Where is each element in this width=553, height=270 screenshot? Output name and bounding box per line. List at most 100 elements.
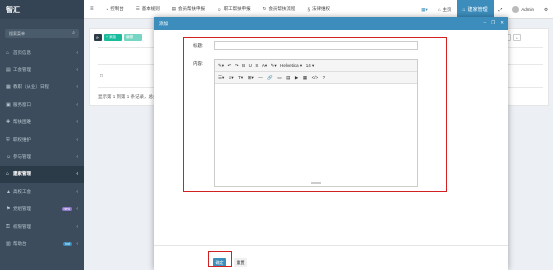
sidebar-item-8[interactable]: ▲ 高校工会 ‹ [0,183,84,200]
chevron-left-icon: ‹ [76,206,78,213]
home-label: 主页 [442,6,452,12]
sidebar-item-label: 权限管理 [13,223,31,229]
sidebar-item-label: 工会管理 [13,67,31,73]
sidebar-item-7[interactable]: ⌂ 建家管理 ‹ [0,165,84,184]
sidebar-item-label: 服务窗口 [13,101,31,107]
home-link[interactable]: ⌂ 主页 [433,7,457,13]
add-button[interactable]: + 添加 [104,34,122,41]
sidebar: 智汇 搜索菜单 ⌕ ⌂ 首页信息 ‹ ▤ 工会管理 ‹ ▦ 教职（从业）日程 ‹ ▣ 服务窗口 ‹ ✚ 帮… [0,0,84,270]
chevron-left-icon: ‹ [76,119,78,126]
highlight-box-form [183,37,447,192]
desk-icon: ▥ [6,240,11,247]
doc-icon: ▤ [171,6,177,11]
top-tab-5[interactable]: § 法律维权 [301,6,336,12]
chevron-left-icon: ‹ [76,240,78,247]
flow-icon: ↻ [262,6,267,11]
chevron-left-icon: ‹ [76,67,78,74]
chevron-left-icon: ‹ [76,136,78,143]
top-tab-label: 法律维权 [311,6,330,11]
search-input[interactable]: 搜索菜单 [9,31,25,37]
window-icon: ▣ [6,101,11,108]
school-icon: ▲ [6,188,11,195]
law-icon: § [307,6,310,12]
dashboard-icon: ◔ [105,6,109,12]
sidebar-item-label: 帮助台 [13,240,27,246]
help-icon: ✚ [6,119,11,126]
restore-icon[interactable]: ❐ [491,20,495,26]
shield-icon: ⛨ [6,136,10,143]
sidebar-badge: hot [63,241,72,246]
home-icon: ⌂ [6,49,10,56]
house-icon: ⌂ [6,171,10,178]
sidebar-item-1[interactable]: ▤ 工会管理 ‹ [0,61,84,78]
top-tab-label: 职工帮扶申报 [223,6,251,11]
top-tab-label: 会员帮扶流程 [268,6,296,11]
chevron-left-icon: ‹ [76,101,78,108]
grid-menu[interactable]: ▦▾ [416,7,433,13]
search-icon[interactable]: ⌕ [72,30,75,36]
sidebar-item-9[interactable]: ⚑ 党组管理 new ‹ [0,201,84,218]
top-tab-label: 基本规则 [141,6,160,11]
user-icon: ☺ [6,154,12,161]
top-tab-4[interactable]: ↻ 会员帮扶流程 [257,6,302,12]
user-name: Admin [521,7,534,12]
logo-text: 智汇 [6,6,20,14]
user-menu[interactable]: Admin [507,6,539,13]
house-icon: ⌂ [462,6,466,13]
sidebar-search[interactable]: 搜索菜单 ⌕ [5,29,79,38]
sidebar-item-0[interactable]: ⌂ 首页信息 ‹ [0,44,84,61]
chevron-left-icon: ‹ [76,171,78,178]
settings-icon[interactable]: ⚙ [539,7,553,13]
minimize-icon[interactable]: – [484,20,487,26]
chevron-left-icon: ‹ [76,154,78,161]
sidebar-item-label: 高校工会 [13,188,31,194]
dialog-header: 添加 – ❐ ✕ [154,17,508,30]
sidebar-item-3[interactable]: ▣ 服务窗口 ‹ [0,96,84,113]
close-icon[interactable]: ✕ [500,20,504,26]
top-tab-1[interactable]: ☰ 基本规则 [130,6,166,12]
reset-button[interactable]: 重置 [234,258,247,267]
menu-toggle-icon[interactable]: ≡ [84,6,100,12]
top-tab-2[interactable]: ▤ 会员帮扶申报 [166,6,211,12]
highlight-box-confirm [208,251,232,267]
edit-button[interactable]: 编辑 [124,34,142,41]
top-tab-label: 会员帮扶申报 [178,6,206,11]
edit-label: 编辑 [126,35,133,39]
sidebar-item-2[interactable]: ▦ 教职（从业）日程 ‹ [0,79,84,96]
sidebar-item-10[interactable]: ⚿ 权限管理 ‹ [0,218,84,235]
search-toggle-button[interactable]: ⌕ [513,34,521,41]
people-icon: ☺ [217,6,222,12]
sidebar-item-label: 教职（从业）日程 [13,84,49,90]
folder-icon: ▤ [6,67,11,74]
chevron-left-icon: ‹ [76,49,78,56]
sidebar-item-label: 建家管理 [13,171,31,177]
home-icon: ⌂ [437,7,441,12]
avatar [512,6,520,13]
add-label: + 添加 [106,35,117,39]
sidebar-item-label: 帮扶困难 [13,119,31,125]
sidebar-item-5[interactable]: ⛨ 职权维护 ‹ [0,131,84,148]
top-tab-0[interactable]: ◔ 控制台 [100,6,130,12]
top-tab-3[interactable]: ☺ 职工帮扶申报 [211,6,257,12]
sidebar-item-11[interactable]: ▥ 帮助台 hot ‹ [0,235,84,252]
sidebar-badge: new [61,207,72,212]
sidebar-item-label: 职权维护 [13,136,31,142]
sidebar-item-6[interactable]: ☺ 参与管理 ‹ [0,148,84,165]
sidebar-item-4[interactable]: ✚ 帮扶困难 ‹ [0,114,84,131]
list-icon: ☰ [135,6,140,11]
active-tab-label: 建家管理 [467,7,488,13]
sidebar-item-label: 参与管理 [13,154,31,160]
flag-icon: ⚑ [6,206,11,213]
app-logo[interactable]: 智汇 [0,0,84,19]
refresh-button[interactable]: ⟳ [94,34,102,41]
reset-label: 重置 [236,259,245,265]
top-tab-label: 控制台 [110,6,124,11]
lock-icon: ⚿ [6,223,10,230]
chevron-left-icon: ‹ [76,188,78,195]
grid-icon: ▦▾ [421,6,428,12]
fullscreen-icon[interactable]: ⤢ [494,7,508,12]
dialog-title: 添加 [159,20,168,26]
sidebar-item-label: 党组管理 [13,206,31,212]
select-checkbox[interactable]: □ [100,73,103,78]
chevron-left-icon: ‹ [76,223,78,230]
